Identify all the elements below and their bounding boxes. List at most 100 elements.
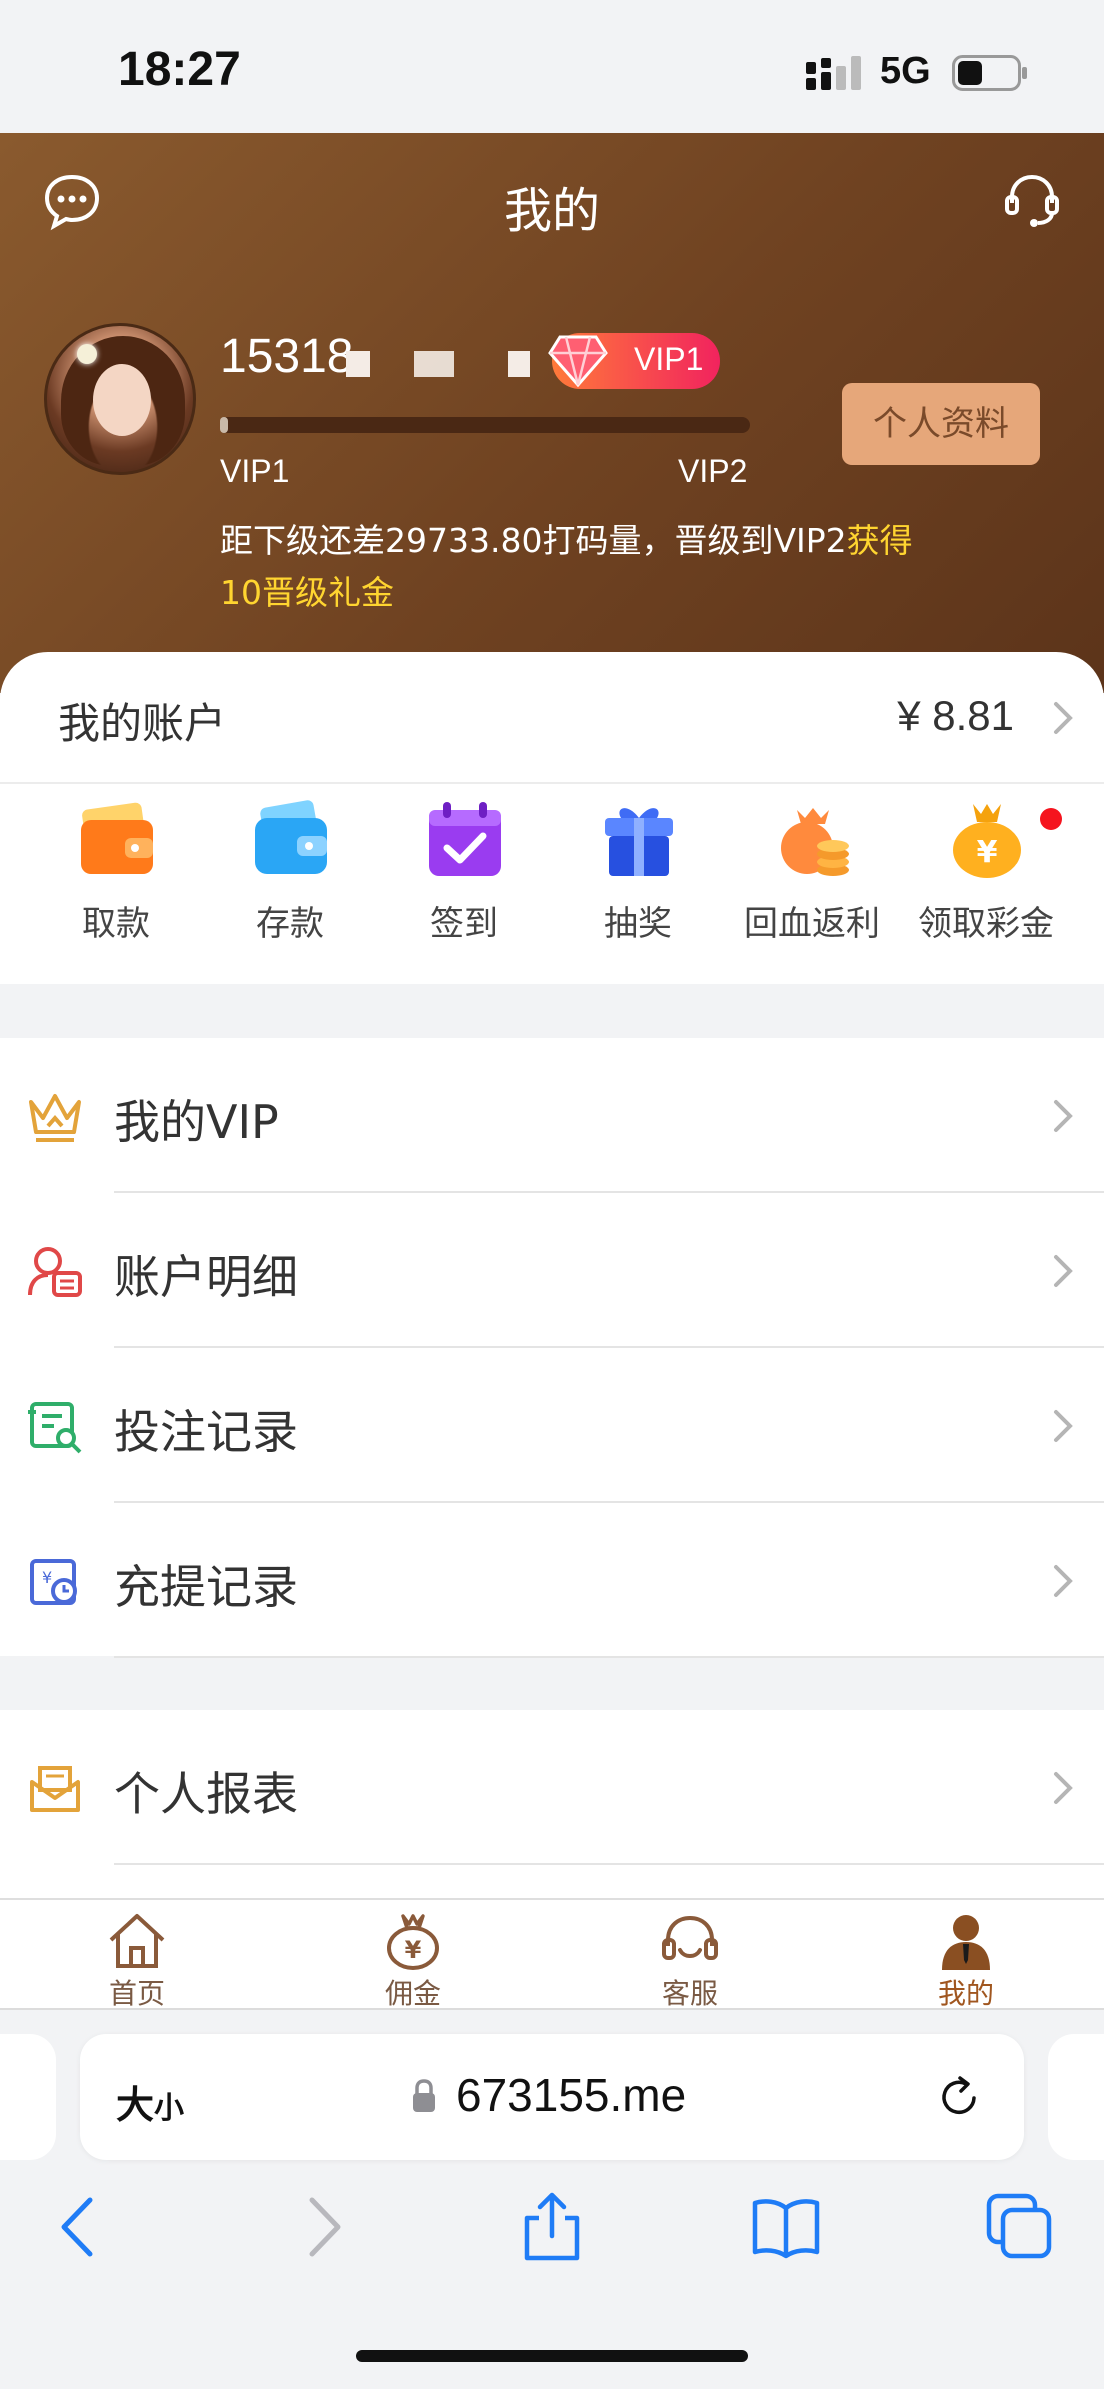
quick-action-label: 取款 <box>82 904 150 944</box>
vip-next-label: VIP2 <box>678 453 748 489</box>
username: 15318 <box>220 330 354 383</box>
quick-action-label: 存款 <box>256 904 324 944</box>
envelope-report-icon <box>30 1766 80 1812</box>
chevron-right-icon <box>1054 702 1073 734</box>
menu-item-my-vip[interactable]: 我的VIP <box>0 1038 1104 1193</box>
tab-label: 佣金 <box>384 1977 441 2010</box>
redaction-mask <box>346 351 370 377</box>
calendar-check-icon <box>429 802 501 876</box>
lock-icon <box>413 2079 435 2112</box>
vip-current-label: VIP1 <box>220 453 290 489</box>
menu-item-label: 投注记录 <box>114 1405 298 1459</box>
chevron-right-icon <box>1054 1255 1073 1287</box>
quick-action-rebate[interactable]: 回血返利 <box>725 800 899 960</box>
chevron-right-icon <box>1054 1100 1073 1132</box>
menu-group-report: 个人报表 <box>0 1710 1104 1898</box>
quick-action-checkin[interactable]: 签到 <box>377 800 551 960</box>
svg-text:¥: ¥ <box>42 1568 52 1587</box>
text-size-small: 小 <box>154 2091 185 2126</box>
vip-badge-label: VIP1 <box>634 341 704 377</box>
url-text: 673155.me <box>456 2069 687 2121</box>
chevron-right-icon <box>1054 1565 1073 1597</box>
menu-item-label: 充提记录 <box>114 1560 298 1614</box>
forward-icon[interactable] <box>286 2192 356 2262</box>
home-icon <box>109 1914 165 1968</box>
tab-label: 客服 <box>661 1977 718 2010</box>
tabs-icon[interactable] <box>985 2192 1055 2262</box>
notification-dot <box>1040 808 1062 830</box>
tab-home[interactable]: 首页 <box>37 1908 237 2010</box>
diamond-icon <box>548 335 608 388</box>
menu-item-account-detail[interactable]: 账户明细 <box>0 1193 1104 1348</box>
vip-progress-bar <box>220 417 750 433</box>
avatar[interactable] <box>44 323 196 475</box>
tab-mine[interactable]: 我的 <box>866 1908 1066 2010</box>
menu-item-personal-report[interactable]: 个人报表 <box>0 1710 1104 1865</box>
bet-record-icon <box>28 1402 82 1454</box>
customer-service-icon[interactable] <box>1002 169 1062 229</box>
deposit-record-icon: ¥ <box>30 1559 77 1605</box>
redaction-mask <box>414 351 454 377</box>
menu-item-label: 个人报表 <box>114 1767 298 1821</box>
network-type: 5G <box>880 50 931 92</box>
bookmarks-icon[interactable] <box>751 2192 821 2262</box>
quick-action-lottery[interactable]: 抽奖 <box>551 800 725 960</box>
reload-icon[interactable] <box>936 2074 982 2120</box>
quick-action-label: 签到 <box>430 904 498 944</box>
upgrade-hint-text: 距下级还差29733.80打码量，晋级到VIP2 <box>220 521 847 560</box>
yen-bag-icon: ¥ <box>953 804 1021 878</box>
wallet-blue-icon <box>255 800 327 874</box>
quick-action-withdraw[interactable]: 取款 <box>29 800 203 960</box>
money-bag-coins-icon <box>781 808 849 876</box>
wallet-orange-icon <box>81 802 153 874</box>
quick-action-label: 领取彩金 <box>918 904 1054 944</box>
upgrade-hint: 距下级还差29733.80打码量，晋级到VIP2获得10晋级礼金 <box>220 515 940 619</box>
share-icon[interactable] <box>517 2192 587 2262</box>
chevron-right-icon <box>1054 1410 1073 1442</box>
quick-action-label: 抽奖 <box>604 904 672 944</box>
bottom-tab-bar: 首页 ¥ 佣金 客服 我的 <box>0 1898 1104 2010</box>
account-balance: ¥ 8.81 <box>897 692 1014 739</box>
status-time: 18:27 <box>118 43 241 96</box>
home-indicator <box>356 2350 748 2362</box>
quick-action-label: 回血返利 <box>744 904 880 944</box>
crown-icon <box>29 1094 81 1142</box>
battery-icon <box>952 55 1027 91</box>
text-size-large: 大 <box>116 2083 155 2127</box>
menu-item-label: 账户明细 <box>114 1250 298 1304</box>
quick-action-deposit[interactable]: 存款 <box>203 800 377 960</box>
tab-customer-service[interactable]: 客服 <box>590 1908 790 2010</box>
menu-item-bet-record[interactable]: 投注记录 <box>0 1348 1104 1503</box>
gift-icon <box>605 808 673 876</box>
tab-label: 首页 <box>108 1977 165 2010</box>
redaction-mask <box>508 351 530 377</box>
menu-item-label: 我的VIP <box>114 1095 279 1149</box>
tab-label: 我的 <box>937 1977 994 2010</box>
signal-icon <box>806 56 861 90</box>
headset-icon <box>662 1915 718 1960</box>
user-detail-icon <box>28 1247 82 1297</box>
browser-toolbar: 大小 673155.me <box>0 2008 1104 2389</box>
money-bag-icon: ¥ <box>387 1914 439 1970</box>
status-bar: 18:27 5G <box>0 0 1104 133</box>
previous-tab-preview[interactable] <box>0 2034 56 2160</box>
text-size-button[interactable]: 大小 <box>116 2074 184 2129</box>
menu-item-deposit-record[interactable]: ¥ 充提记录 <box>0 1503 1104 1658</box>
my-account-row[interactable]: 我的账户 ¥ 8.81 <box>0 652 1104 784</box>
menu-group-records: 我的VIP 账户明细 投注记录 ¥ 充提记录 <box>0 1038 1104 1658</box>
account-label: 我的账户 <box>58 699 227 748</box>
next-tab-preview[interactable] <box>1048 2034 1104 2160</box>
back-icon[interactable] <box>46 2192 116 2262</box>
page-title: 我的 <box>503 183 600 239</box>
profile-button[interactable]: 个人资料 <box>842 383 1040 465</box>
tab-commission[interactable]: ¥ 佣金 <box>313 1908 513 2010</box>
address-bar[interactable]: 大小 673155.me <box>80 2034 1024 2160</box>
svg-text:¥: ¥ <box>977 835 998 870</box>
svg-text:¥: ¥ <box>405 1936 422 1964</box>
user-icon <box>942 1915 990 1970</box>
divider <box>114 1656 1104 1658</box>
vip-progress-fill <box>220 417 228 433</box>
account-card: 我的账户 ¥ 8.81 取款 存款 签到 抽奖 回血返利 ¥ 领取彩金 <box>0 652 1104 984</box>
divider <box>114 1863 1104 1865</box>
chevron-right-icon <box>1054 1772 1073 1804</box>
